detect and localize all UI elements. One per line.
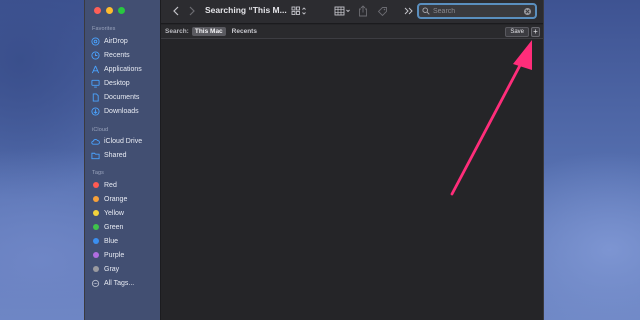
more-toolbar-button[interactable] <box>403 4 413 18</box>
icloud-heading: iCloud <box>92 127 109 133</box>
sidebar-item-tag-orange[interactable]: Orange <box>91 193 159 205</box>
orange-tag-dot-icon <box>92 196 99 202</box>
traffic-lights <box>94 7 125 14</box>
sidebar-item-tag-gray[interactable]: Gray <box>91 263 159 275</box>
magnifying-glass-icon <box>422 2 430 20</box>
sidebar-item-tag-red[interactable]: Red <box>91 179 159 191</box>
search-input[interactable] <box>433 7 521 15</box>
save-search-button[interactable]: Save <box>505 27 529 37</box>
clear-search-icon[interactable] <box>524 8 531 15</box>
tag-button[interactable] <box>376 4 388 18</box>
sidebar-item-label: Red <box>104 181 117 189</box>
sidebar-item-label: Desktop <box>104 79 130 87</box>
sidebar-item-label: Shared <box>104 151 127 159</box>
green-tag-dot-icon <box>92 224 99 230</box>
sidebar-item-tag-purple[interactable]: Purple <box>91 249 159 261</box>
sidebar-item-all-tags[interactable]: All Tags... <box>91 277 159 289</box>
back-button[interactable] <box>171 4 181 18</box>
sidebar-item-label: All Tags... <box>104 279 135 287</box>
minimize-window-button[interactable] <box>106 7 113 14</box>
double-chevron-icon <box>404 7 413 15</box>
sidebar-item-downloads[interactable]: Downloads <box>91 105 159 117</box>
sidebar-item-label: Recents <box>104 51 130 59</box>
share-icon <box>358 5 368 17</box>
search-scope-bar: Search: This Mac Recents Save + <box>161 25 543 39</box>
sidebar-item-label: AirDrop <box>104 37 128 45</box>
applications-icon <box>91 65 100 74</box>
sidebar-item-label: Downloads <box>104 107 139 115</box>
sidebar-item-label: Documents <box>104 93 140 101</box>
close-window-button[interactable] <box>94 7 101 14</box>
sidebar-item-label: Blue <box>104 237 119 245</box>
sidebar-item-label: Purple <box>104 251 125 259</box>
forward-button[interactable] <box>187 4 197 18</box>
cloud-icon <box>91 137 100 146</box>
chevron-right-icon <box>189 6 195 16</box>
sidebar-item-documents[interactable]: Documents <box>91 91 159 103</box>
window-title: Searching “This M... <box>205 5 287 15</box>
airdrop-icon <box>91 36 100 46</box>
tag-icon <box>377 6 388 17</box>
toolbar: Searching “This M... <box>161 0 543 24</box>
scope-label: Search: <box>165 28 189 35</box>
share-button[interactable] <box>357 4 369 18</box>
sidebar: Favorites AirDrop Recents Applications D… <box>85 0 161 320</box>
blue-tag-dot-icon <box>92 238 99 244</box>
sidebar-item-tag-yellow[interactable]: Yellow <box>91 207 159 219</box>
group-button[interactable] <box>333 4 353 18</box>
scope-recents-button[interactable]: Recents <box>229 27 260 36</box>
yellow-tag-dot-icon <box>92 210 99 216</box>
zoom-window-button[interactable] <box>118 7 125 14</box>
scope-this-mac-button[interactable]: This Mac <box>191 27 226 36</box>
sidebar-item-label: Gray <box>104 265 120 273</box>
purple-tag-dot-icon <box>92 252 99 258</box>
sidebar-item-tag-blue[interactable]: Blue <box>91 235 159 247</box>
sidebar-item-recents[interactable]: Recents <box>91 49 159 61</box>
sidebar-item-tag-green[interactable]: Green <box>91 221 159 233</box>
chevron-left-icon <box>173 6 179 16</box>
sidebar-item-shared[interactable]: Shared <box>91 149 159 161</box>
tags-heading: Tags <box>92 170 105 176</box>
sidebar-item-label: Green <box>104 223 124 231</box>
document-icon <box>91 92 100 102</box>
view-mode-button[interactable] <box>289 4 309 18</box>
download-icon <box>91 106 100 116</box>
sidebar-item-label: Yellow <box>104 209 124 217</box>
gray-tag-dot-icon <box>92 266 99 272</box>
red-tag-dot-icon <box>92 182 99 188</box>
sidebar-item-icloud-drive[interactable]: iCloud Drive <box>91 135 159 147</box>
sidebar-item-label: Orange <box>104 195 128 203</box>
favorites-heading: Favorites <box>92 26 116 32</box>
grid-view-icon <box>291 6 307 16</box>
all-tags-icon <box>91 279 100 288</box>
sidebar-item-label: iCloud Drive <box>104 137 143 145</box>
sidebar-item-label: Applications <box>104 65 142 73</box>
finder-window: Favorites AirDrop Recents Applications D… <box>84 0 544 320</box>
results-area <box>161 40 543 320</box>
clock-icon <box>91 50 100 60</box>
desktop-icon <box>91 79 100 88</box>
group-icon <box>334 6 352 16</box>
add-criteria-button[interactable]: + <box>531 27 540 37</box>
search-field[interactable] <box>417 3 537 19</box>
shared-folder-icon <box>91 151 100 160</box>
sidebar-item-airdrop[interactable]: AirDrop <box>91 35 159 47</box>
sidebar-item-applications[interactable]: Applications <box>91 63 159 75</box>
sidebar-item-desktop[interactable]: Desktop <box>91 77 159 89</box>
main-area: Searching “This M... Search Search: This… <box>161 0 543 320</box>
